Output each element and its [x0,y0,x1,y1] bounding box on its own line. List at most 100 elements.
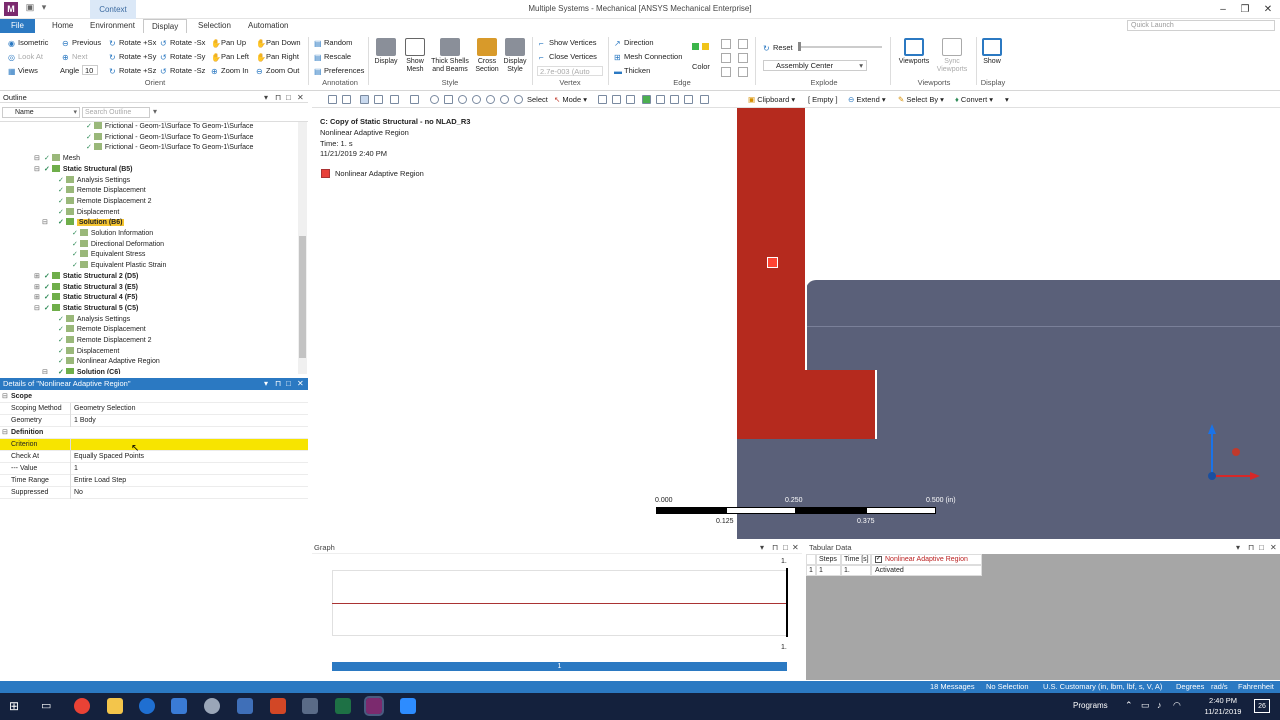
volume-icon[interactable]: ♪ [1157,700,1162,710]
isometric-button[interactable]: ◉ Isometric [8,38,48,48]
maximize-icon[interactable]: □ [783,542,788,554]
details-value[interactable]: Geometry Selection [74,403,135,415]
zoom-icon[interactable] [458,95,467,104]
column-header-steps[interactable]: Steps [816,554,841,565]
tree-item[interactable]: ✓ Nonlinear Adaptive Region [58,357,160,368]
details-value[interactable]: 1 [74,463,78,475]
auto-hide-icon[interactable]: ⊓ [1248,542,1254,554]
graphics-viewport[interactable]: C: Copy of Static Structural - no NLAD_R… [312,108,1280,539]
close-button[interactable]: ✕ [1261,3,1275,17]
shaded-exterior-icon[interactable] [360,95,369,104]
expand-toggle-icon[interactable]: ⊞ [34,272,40,280]
select-element-face-icon[interactable] [670,95,679,104]
app-icon[interactable] [171,698,187,714]
display-style-button[interactable]: Display Style [501,38,529,74]
clipboard-dropdown[interactable]: ▣ Clipboard ▾ [748,95,795,104]
tree-item[interactable]: ✓ Static Structural 5 (C5) [44,303,138,315]
rotate-icon[interactable] [430,95,439,104]
close-icon[interactable]: ✕ [792,542,799,554]
details-row[interactable]: Criterion [0,439,308,451]
select-body-icon[interactable] [642,95,651,104]
edge-option-icon[interactable] [721,53,731,63]
expand-toggle-icon[interactable]: ⊟ [42,368,48,374]
tree-item[interactable]: ✓ Frictional - Geom-1\Surface To Geom-1\S… [86,143,253,154]
coordinate-triad-icon[interactable] [1192,418,1280,498]
rotate-minus-sz-button[interactable]: ↺ Rotate -Sz [160,66,205,76]
collapse-icon[interactable]: ⊟ [2,427,8,439]
workbench-icon[interactable] [237,698,253,714]
random-button[interactable]: ▤ Random [314,38,352,48]
pin-icon[interactable]: ▾ [760,542,764,554]
restore-button[interactable]: ❐ [1238,3,1252,17]
tree-item[interactable]: ✓ Equivalent Plastic Strain [72,261,166,272]
zoom-in-button[interactable]: ⊕ Zoom In [211,66,249,76]
collapse-icon[interactable]: ⊟ [2,391,8,403]
explode-center-select[interactable]: Assembly Center ▾ [763,60,867,71]
tree-item[interactable]: ✓ Solution (C6) [58,368,120,374]
table-cell[interactable]: 1. [841,565,871,576]
show-mesh-button[interactable]: Show Mesh [402,38,428,74]
select-mode-icon[interactable] [410,95,419,104]
edge-option-icon[interactable] [738,39,748,49]
auto-hide-icon[interactable]: ⊓ [772,542,778,554]
temperature-unit-status[interactable]: Fahrenheit [1238,681,1274,693]
messages-status[interactable]: 18 Messages [930,681,975,693]
rotate-minus-sy-button[interactable]: ↺ Rotate -Sy [160,52,205,62]
thick-shells-button[interactable]: Thick Shells and Beams [429,38,471,74]
mode-dropdown[interactable]: ↖ Mode ▾ [554,95,587,104]
explode-reset-button[interactable]: ↻ Reset [763,43,793,53]
excel-icon[interactable] [335,698,351,714]
tree-item[interactable]: ✓ Solution (B6) [58,218,125,229]
unit-system-status[interactable]: U.S. Customary (in, lbm, lbf, s, V, A) [1043,681,1162,693]
convert-dropdown[interactable]: ♦ Convert ▾ [955,95,993,104]
expand-toggle-icon[interactable]: ⊞ [34,293,40,301]
select-face-icon[interactable] [626,95,635,104]
app-icon[interactable] [204,698,220,714]
toolbar-overflow-icon[interactable]: ▾ [1005,95,1009,104]
tree-item[interactable]: ✓ Static Structural 4 (F5) [44,293,138,304]
zoom-out-icon[interactable] [342,95,351,104]
preferences-button[interactable]: ▤ Preferences [314,66,364,76]
nonlinear-adaptive-region-body-foot[interactable] [805,370,875,439]
close-icon[interactable]: ✕ [297,92,304,103]
tab-environment[interactable]: Environment [82,19,143,33]
tab-display[interactable]: Display [143,19,188,33]
details-value[interactable]: 1 Body [74,415,96,427]
details-value[interactable]: No [74,487,83,499]
minimize-button[interactable]: – [1216,3,1230,17]
rescale-button[interactable]: ▤ Rescale [314,52,351,62]
sync-viewports-button[interactable]: Sync Viewports [932,38,972,74]
programs-toolbar[interactable]: Programs [1073,701,1108,710]
tree-item[interactable]: ✓ Remote Displacement 2 [58,196,152,208]
tree-item[interactable]: ✓ Directional Deformation [72,239,164,251]
vertex-tolerance-input[interactable]: 2.7e-003 (Auto [537,66,603,76]
edge-color-swatch-yellow[interactable] [702,43,709,50]
network-icon[interactable]: ▭ [1141,700,1150,711]
tree-item[interactable]: ✓ Static Structural (B5) [44,164,133,176]
viewports-button[interactable]: Viewports [895,38,933,66]
select-element-icon[interactable] [684,95,693,104]
column-header-time[interactable]: Time [s] [841,554,871,565]
tree-item[interactable]: ✓ Static Structural 2 (D5) [44,271,138,283]
details-row[interactable]: Suppressed No [0,487,308,499]
checkbox-icon[interactable]: ✓ [875,556,882,563]
windows-start-icon[interactable]: ⊞ [9,700,22,713]
zoom-to-fit-icon[interactable] [486,95,495,104]
zoom-app-icon[interactable] [400,698,416,714]
rotate-plus-sz-button[interactable]: ↻ Rotate +Sz [109,66,156,76]
outline-scrollbar-thumb[interactable] [299,236,306,358]
mesh-connection-button[interactable]: ⊞ Mesh Connection [614,52,682,62]
chrome-icon[interactable] [74,698,90,714]
display-button[interactable]: Display [372,38,400,66]
next-button[interactable]: ⊕ Next [62,52,87,62]
magnifier-icon[interactable] [514,95,523,104]
task-view-icon[interactable]: ▭ [41,699,55,713]
tree-item[interactable]: ✓ Displacement [58,207,119,219]
rotate-plus-sx-button[interactable]: ↻ Rotate +Sx [109,38,156,48]
graph-time-cursor[interactable] [786,568,788,637]
zoom-in-icon[interactable] [328,95,337,104]
document-app-icon[interactable] [302,698,318,714]
edges-icon[interactable] [390,95,399,104]
tree-item[interactable]: ✓ Analysis Settings [58,175,130,187]
tree-item[interactable]: ✓ Solution Information [72,229,153,240]
